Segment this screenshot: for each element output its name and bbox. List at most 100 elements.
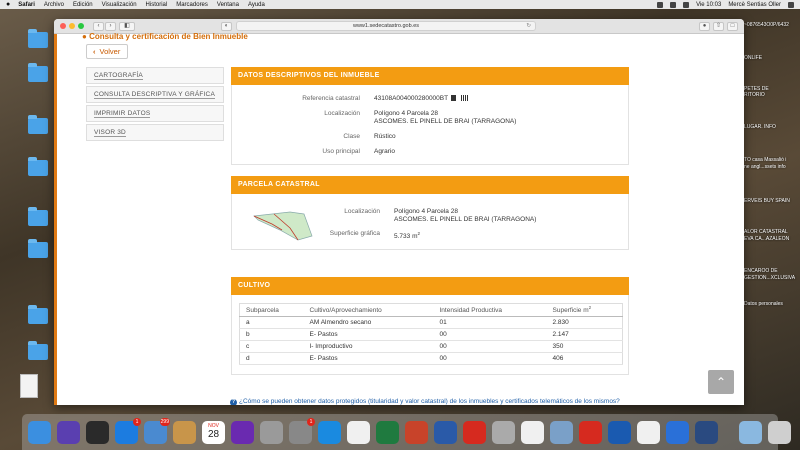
desktop-right-labels: ~0876543O0P/6432 ONLIFE PETES DE RITORIO… (744, 10, 800, 410)
notification-badge: 1 (133, 417, 141, 426)
back-icon[interactable]: ‹ (93, 21, 104, 31)
document-icon[interactable] (20, 374, 38, 398)
menu-marcadores[interactable]: Marcadores (176, 2, 208, 8)
zoom-window-icon[interactable] (78, 23, 84, 29)
preview-icon[interactable] (550, 420, 573, 444)
acrobat-icon[interactable] (463, 420, 486, 444)
folder-icon[interactable] (28, 29, 48, 48)
battery-icon[interactable] (683, 1, 690, 8)
close-window-icon[interactable] (60, 23, 66, 29)
reload-icon[interactable]: ↻ (526, 22, 531, 31)
trash-icon[interactable] (768, 420, 791, 444)
back-button[interactable]: ‹ Volver (86, 44, 128, 59)
folder-icon[interactable] (28, 115, 48, 134)
spotlight-icon[interactable] (788, 1, 794, 8)
folder-icon[interactable] (28, 207, 48, 226)
table-cell: 00 (433, 328, 547, 341)
downloads-icon[interactable]: ● (699, 21, 710, 31)
blocked-icon[interactable] (260, 420, 283, 444)
safari-icon[interactable] (318, 420, 341, 444)
menu-historial[interactable]: Historial (146, 2, 168, 8)
desktop-label[interactable]: LUGAR. INFO (744, 124, 800, 130)
col-header: Superficie m2 (546, 303, 623, 317)
desktop-label[interactable]: ENCAROO DE (744, 268, 800, 274)
table-cell: d (239, 352, 304, 365)
panel-header: CULTIVO (231, 277, 629, 295)
downloads-icon[interactable] (739, 420, 762, 444)
scroll-to-top-button[interactable]: ⌃ (708, 370, 734, 394)
calendar-day: 28 (207, 428, 220, 440)
word-icon[interactable] (434, 420, 457, 444)
menu-archivo[interactable]: Archivo (44, 2, 64, 8)
chrome-icon[interactable] (637, 420, 660, 444)
calendar-icon[interactable]: NOV 28 (202, 420, 225, 444)
powerpoint-icon[interactable] (405, 420, 428, 444)
folder-icon[interactable] (28, 341, 48, 360)
desktop-label[interactable]: ~0876543O0P/6432 (744, 22, 800, 28)
wifi-icon[interactable] (670, 1, 677, 8)
barcode-icon[interactable] (461, 95, 469, 102)
status-icon[interactable] (657, 1, 664, 8)
forward-icon[interactable]: › (105, 21, 116, 31)
address-bar[interactable]: www1.sedecatastro.gob.es ↻ (236, 21, 536, 31)
share-icon[interactable]: ⇧ (713, 21, 724, 31)
folder-icon[interactable] (28, 305, 48, 324)
photos-app-icon[interactable] (347, 420, 370, 444)
desktop-label[interactable]: EVA CA...AZALEON (744, 236, 800, 242)
nav-visor-3d[interactable]: VISOR 3D (86, 124, 224, 141)
copy-icon[interactable] (451, 95, 457, 102)
folder-icon[interactable] (28, 63, 48, 82)
nav-imprimir[interactable]: IMPRIMIR DATOS (86, 105, 224, 122)
imovie-icon[interactable] (231, 420, 254, 444)
menu-edicion[interactable]: Edición (73, 2, 93, 8)
clock[interactable]: Vie 10:03 (696, 2, 721, 8)
minimize-window-icon[interactable] (69, 23, 75, 29)
tabs-icon[interactable]: □ (727, 21, 738, 31)
desktop-label[interactable]: RITORIO (744, 92, 800, 98)
user-name[interactable]: Mercè Sentias Oller (728, 2, 781, 8)
music-icon[interactable] (521, 420, 544, 444)
desktop-label[interactable]: GESTION...XCLUSIVA (744, 275, 800, 281)
acrobat2-icon[interactable] (579, 420, 602, 444)
desktop-label[interactable]: ne angl...ssets info (744, 164, 800, 170)
shazam-icon[interactable] (666, 420, 689, 444)
folder-icon[interactable] (28, 239, 48, 258)
notes-icon[interactable] (173, 420, 196, 444)
nav-cartografia[interactable]: CARTOGRAFÍA (86, 67, 224, 84)
apple-icon[interactable]: ● (6, 1, 10, 8)
chevron-left-icon: ‹ (93, 47, 96, 56)
nav-consulta[interactable]: CONSULTA DESCRIPTIVA Y GRÁFICA (86, 86, 224, 103)
menu-ayuda[interactable]: Ayuda (248, 2, 265, 8)
photos-icon[interactable]: 299 (144, 417, 170, 444)
sidebar-icon[interactable]: ◧ (119, 21, 135, 31)
table-cell: c (239, 340, 304, 353)
excel-icon[interactable] (376, 420, 399, 444)
desktop-label[interactable]: Datos personales (744, 301, 800, 307)
menu-safari[interactable]: Safari (18, 2, 35, 8)
privacy-icon[interactable]: ◐ (221, 21, 232, 31)
table-cell: E- Pastos (303, 328, 434, 341)
superficie-value: 5.733 m2 (394, 231, 421, 241)
panel-datos-descriptivos: DATOS DESCRIPTIVOS DEL INMUEBLE Referenc… (231, 67, 629, 165)
teamviewer-icon[interactable] (608, 420, 631, 444)
desktop-label[interactable]: ERVEIS BUY SPAIN (744, 198, 800, 204)
safari-window: ‹ › ◧ ◐ www1.sedecatastro.gob.es ↻ ● ⇧ □… (54, 19, 744, 405)
clase-value: Rústico (374, 133, 396, 140)
desktop-label[interactable]: ONLIFE (744, 55, 800, 61)
protected-data-link[interactable]: ? ¿Cómo se pueden obtener datos protegido… (230, 398, 620, 405)
prefs-icon[interactable]: 1 (289, 417, 315, 444)
page-accent-strip (54, 34, 57, 405)
finder-icon[interactable] (28, 420, 51, 444)
mission-control-icon[interactable] (86, 420, 109, 444)
superficie-label: Superficie gráfica (329, 230, 380, 237)
folder-icon[interactable] (28, 157, 48, 176)
desktop-label[interactable]: ALOR CATASTRAL (744, 229, 800, 235)
siri-icon[interactable] (57, 420, 80, 444)
menu-visualizacion[interactable]: Visualización (102, 2, 137, 8)
desktop-label[interactable]: TO casa Massalió i (744, 157, 800, 163)
panel-body: Subparcela Cultivo/Aprovechamiento Inten… (231, 295, 629, 375)
menu-ventana[interactable]: Ventana (217, 2, 239, 8)
blocked2-icon[interactable] (492, 420, 515, 444)
quicktime-icon[interactable] (695, 420, 718, 444)
appstore-icon[interactable]: 1 (115, 417, 141, 444)
